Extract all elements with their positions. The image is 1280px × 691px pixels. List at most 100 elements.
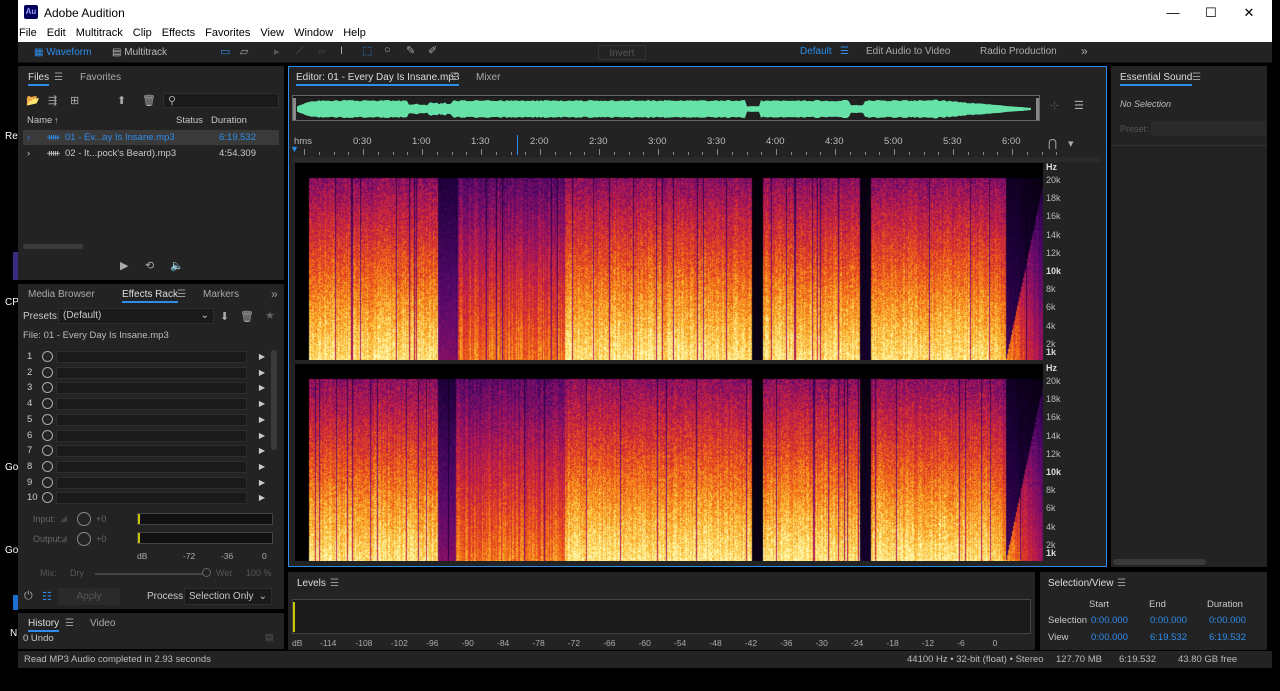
power-icon[interactable]: ⏻ [24,590,33,603]
time-selection-tool-icon[interactable]: I [340,45,343,57]
play-icon[interactable]: ▶ [120,259,128,272]
effect-slot[interactable]: 10 ▶ [23,490,269,505]
effect-slot-field[interactable] [56,492,247,504]
zoom-icon[interactable]: ⊹ [1050,99,1059,112]
zoom-full-icon[interactable]: ☰ [1074,99,1084,112]
tab-effects-rack[interactable]: Effects Rack [122,289,178,300]
slot-arrow-icon[interactable]: ▶ [259,475,265,490]
workspace-edit-audio-video[interactable]: Edit Audio to Video [866,46,950,57]
files-scrollbar[interactable] [23,244,83,249]
history-menu-icon[interactable]: ☰ [65,618,74,629]
power-icon[interactable] [42,382,53,393]
expand-icon[interactable]: › [27,130,30,145]
power-icon[interactable] [42,351,53,362]
history-entry[interactable]: 0 Undo [23,633,54,644]
power-icon[interactable] [42,461,53,472]
view-start[interactable]: 0:00.000 [1091,632,1128,643]
snap-icon[interactable]: ⋂ [1048,137,1057,150]
tab-mixer[interactable]: Mixer [476,72,500,83]
power-icon[interactable] [42,445,53,456]
effects-menu-icon[interactable]: ☰ [177,289,186,300]
effect-slot-field[interactable] [56,461,247,473]
autoplay-icon[interactable]: 🔈 [170,259,184,272]
desktop-label[interactable]: CP [5,297,19,308]
history-delete-icon[interactable]: ▤ [265,632,274,643]
list-icon[interactable]: ☷ [42,590,52,603]
output-knob[interactable] [77,532,91,546]
input-value[interactable]: +0 [96,514,106,524]
power-icon[interactable] [42,414,53,425]
effect-slot[interactable]: 7 ▶ [23,443,269,458]
slot-arrow-icon[interactable]: ▶ [259,428,265,443]
output-value[interactable]: +0 [96,534,106,544]
effect-slot-field[interactable] [56,445,247,457]
delete-preset-icon[interactable]: 🗑 [240,310,254,323]
slot-arrow-icon[interactable]: ▶ [259,380,265,395]
effect-slot-field[interactable] [56,382,247,394]
close-button[interactable]: ✕ [1230,0,1268,25]
power-icon[interactable] [42,477,53,488]
power-icon[interactable] [42,367,53,378]
lasso-tool-icon[interactable]: ○ [384,44,391,56]
slot-arrow-icon[interactable]: ▶ [259,459,265,474]
effect-slot-field[interactable] [56,430,247,442]
workspace-overflow-button[interactable]: » [1081,44,1088,58]
multitrack-view-button[interactable]: ▤ Multitrack [112,45,167,60]
slot-arrow-icon[interactable]: ▶ [259,412,265,427]
brush-tool-icon[interactable]: ✎ [406,44,415,57]
menu-multitrack[interactable]: Multitrack [76,25,123,42]
desktop-label[interactable]: Go [5,545,18,556]
preset-select[interactable] [1151,121,1266,136]
menu-effects[interactable]: Effects [162,25,195,42]
view-duration[interactable]: 6:19.532 [1209,632,1246,643]
expand-icon[interactable]: › [27,146,30,161]
tab-favorites[interactable]: Favorites [80,72,121,83]
desktop-label[interactable]: N [10,628,17,639]
workspace-default[interactable]: Default [800,46,832,57]
selection-duration[interactable]: 0:00.000 [1209,615,1246,626]
waveform-overview[interactable] [292,95,1040,121]
effect-slot-field[interactable] [56,367,247,379]
menu-view[interactable]: View [260,25,284,42]
slot-arrow-icon[interactable]: ▶ [259,349,265,364]
tab-video[interactable]: Video [90,618,115,629]
razor-tool-icon[interactable]: ⟋ [296,45,304,58]
menu-help[interactable]: Help [343,25,366,42]
mix-slider[interactable] [95,573,203,575]
favorite-star-icon[interactable]: ★ [265,309,275,322]
selection-view-menu-icon[interactable]: ☰ [1117,578,1126,589]
desktop-label[interactable]: Re [5,131,18,142]
playhead-icon[interactable]: ▼ [290,144,299,154]
delete-icon[interactable]: 🗑 [142,94,156,107]
tab-media-browser[interactable]: Media Browser [28,289,95,300]
tab-history[interactable]: History [28,618,59,629]
menu-favorites[interactable]: Favorites [205,25,250,42]
tab-editor[interactable]: Editor: 01 - Every Day Is Insane.mp3 [296,72,459,83]
effect-slot-field[interactable] [56,414,247,426]
effect-slot[interactable]: 5 ▶ [23,412,269,427]
new-file-icon[interactable]: ⊞ [70,94,79,107]
menu-window[interactable]: Window [294,25,333,42]
files-search-input[interactable]: ⚲ [163,93,279,108]
slot-arrow-icon[interactable]: ▶ [259,396,265,411]
files-menu-icon[interactable]: ☰ [54,72,63,83]
effect-slot-field[interactable] [56,351,247,363]
waveform-view-button[interactable]: ▦ Waveform [34,45,91,60]
marker-icon[interactable]: ▾ [1068,137,1074,150]
essential-menu-icon[interactable]: ☰ [1192,72,1201,83]
desktop-label[interactable]: Go [5,462,18,473]
workspace-radio-production[interactable]: Radio Production [980,46,1057,57]
file-row[interactable]: › ᚔ 02 - It...pock's Beard).mp3 4:54.309 [23,146,279,161]
editor-menu-icon[interactable]: ☰ [450,72,459,83]
col-name[interactable]: Name [27,115,52,126]
maximize-button[interactable]: ☐ [1192,0,1230,25]
slip-tool-icon[interactable]: ⇔ [316,45,327,57]
move-tool-icon[interactable]: ▸ [274,45,280,58]
spectral-pitch-icon[interactable]: ▱ [240,45,248,58]
effect-slot[interactable]: 6 ▶ [23,428,269,443]
power-icon[interactable] [42,430,53,441]
menu-clip[interactable]: Clip [133,25,152,42]
tab-markers[interactable]: Markers [203,289,239,300]
power-icon[interactable] [42,492,53,503]
rack-scrollbar[interactable] [271,350,277,450]
